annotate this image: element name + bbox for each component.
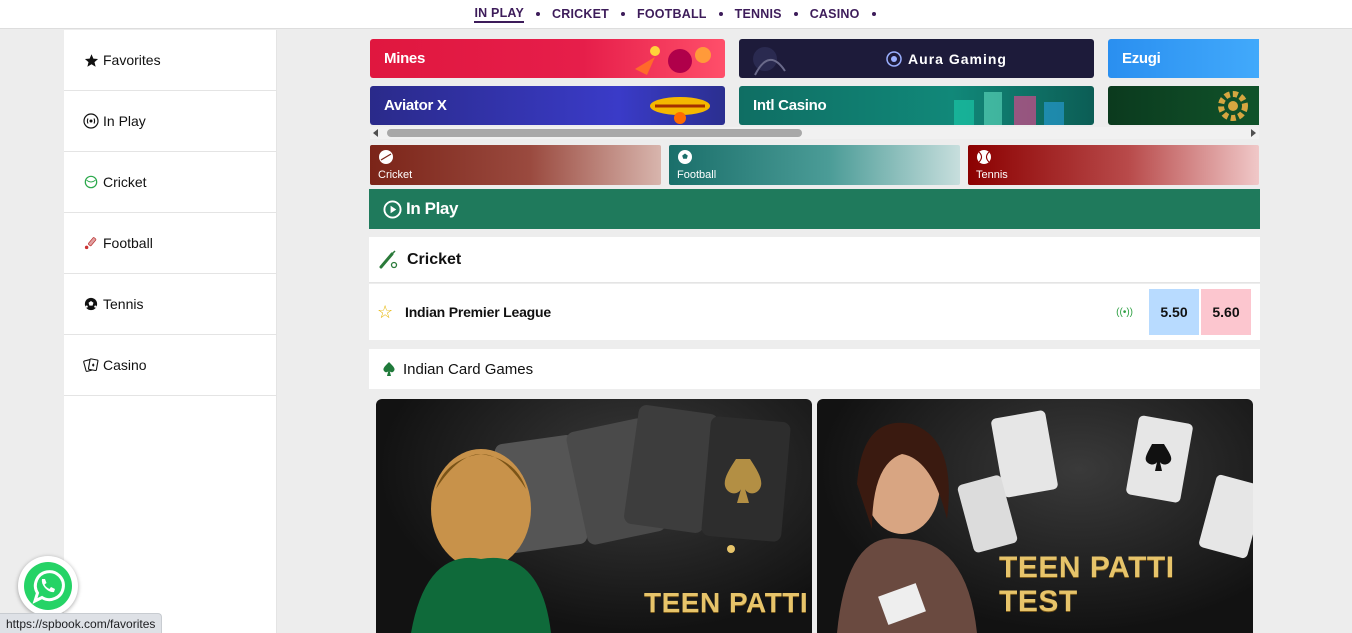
card-game-title: TEEN PATTI	[644, 587, 809, 618]
browser-status-bar: https://spbook.com/favorites	[0, 613, 163, 633]
sport-tile-tennis[interactable]: Tennis	[968, 145, 1259, 185]
spade-icon	[383, 362, 395, 376]
lay-odds-button[interactable]: 5.60	[1201, 289, 1251, 335]
topnav-football[interactable]: FOOTBALL	[637, 7, 707, 21]
back-odds-button[interactable]: 5.50	[1149, 289, 1199, 335]
cricket-ball-icon	[379, 150, 393, 164]
cricket-section-title: Cricket	[407, 250, 462, 268]
top-nav: IN PLAY CRICKET FOOTBALL TENNIS CASINO	[0, 0, 1352, 29]
match-name[interactable]: Indian Premier League	[405, 304, 1116, 320]
carousel-scrollbar[interactable]	[370, 127, 1259, 139]
star-icon	[83, 52, 99, 68]
topnav-cricket[interactable]: CRICKET	[552, 7, 609, 21]
soccer-ball-icon	[83, 296, 99, 312]
game-tile-label: Aviator X	[384, 97, 447, 114]
cricket-ball-icon	[83, 174, 99, 190]
sidebar-item-label: Casino	[103, 357, 147, 373]
cards-icon	[83, 357, 99, 373]
game-tile-label: Ezugi	[1122, 50, 1161, 67]
nav-separator	[871, 12, 876, 16]
sport-tiles: Cricket Football Tennis	[370, 145, 1259, 185]
game-tile-casino-extra[interactable]	[1108, 86, 1259, 125]
favorite-star-icon[interactable]: ☆	[377, 302, 405, 323]
nav-separator	[718, 12, 723, 16]
sidebar-item-label: Cricket	[103, 174, 147, 190]
casino-games-carousel: Mines Aura Gaming Ezugi Aviator X Intl C…	[370, 39, 1259, 126]
sidebar: Favorites In Play Cricket Football Tenni…	[64, 30, 277, 633]
sidebar-item-label: Favorites	[103, 52, 161, 68]
sport-tile-cricket[interactable]: Cricket	[370, 145, 661, 185]
whatsapp-icon	[24, 562, 72, 610]
match-row[interactable]: ☆ Indian Premier League ((•)) 5.50 5.60	[369, 284, 1260, 340]
whatsapp-button[interactable]	[18, 556, 78, 616]
sport-tile-label: Cricket	[378, 169, 413, 181]
game-tile-label: Aura Gaming	[908, 50, 1007, 67]
play-circle-icon	[383, 199, 402, 219]
card-games-grid: TEEN PATTI TEEN PATTI TEST	[376, 399, 1253, 633]
sidebar-item-label: In Play	[103, 113, 146, 129]
scroll-right-arrow-icon[interactable]	[1251, 129, 1256, 137]
card-games-title: Indian Card Games	[403, 360, 534, 378]
in-play-header: In Play	[369, 189, 1260, 229]
in-play-title: In Play	[406, 199, 459, 218]
sidebar-item-football[interactable]: Football	[64, 213, 276, 274]
cricket-bat-icon	[83, 235, 99, 251]
nav-separator	[536, 12, 541, 16]
game-tile-mines[interactable]: Mines	[370, 39, 725, 78]
soccer-ball-icon	[678, 150, 692, 164]
live-signal-icon: ((•))	[1116, 306, 1133, 318]
game-tile-label: Mines	[384, 50, 426, 67]
mines-art-icon	[635, 46, 711, 75]
scrollbar-thumb[interactable]	[387, 129, 802, 137]
sport-tile-label: Football	[677, 169, 717, 181]
blastoff-art-icon	[650, 97, 710, 124]
topnav-in-play[interactable]: IN PLAY	[474, 6, 525, 23]
game-tile-aviator-x[interactable]: Aviator X	[370, 86, 725, 125]
cricket-bat-icon	[379, 249, 398, 268]
sidebar-item-label: Tennis	[103, 296, 144, 312]
sidebar-item-label: Football	[103, 235, 153, 251]
topnav-casino[interactable]: CASINO	[810, 7, 860, 21]
card-games-header: Indian Card Games	[369, 349, 1260, 389]
game-tile-ezugi[interactable]: Ezugi	[1108, 39, 1259, 78]
sidebar-item-tennis[interactable]: Tennis	[64, 274, 276, 335]
aura-logo-icon	[886, 50, 902, 67]
scroll-left-arrow-icon[interactable]	[373, 129, 378, 137]
game-tile-intl-casino[interactable]: Intl Casino	[739, 86, 1094, 125]
card-game-title: TEEN PATTI TEST	[999, 551, 1175, 618]
game-tile-aura-gaming[interactable]: Aura Gaming	[739, 39, 1094, 78]
sport-tile-label: Tennis	[976, 169, 1008, 181]
live-icon	[83, 113, 99, 129]
sport-tile-football[interactable]: Football	[669, 145, 960, 185]
sidebar-item-in-play[interactable]: In Play	[64, 91, 276, 152]
game-tile-label: Intl Casino	[753, 97, 827, 114]
card-game-teen-patti-test[interactable]: TEEN PATTI TEST	[817, 399, 1253, 633]
topnav-tennis[interactable]: TENNIS	[735, 7, 782, 21]
sidebar-item-cricket[interactable]: Cricket	[64, 152, 276, 213]
intl-casino-art-icon	[954, 92, 1064, 125]
nav-separator	[621, 12, 625, 16]
sidebar-item-favorites[interactable]: Favorites	[64, 30, 276, 91]
card-game-teen-patti[interactable]: TEEN PATTI	[376, 399, 812, 633]
gear-art-icon	[1218, 91, 1248, 121]
aura-gaming-art-icon	[753, 47, 786, 76]
nav-separator	[793, 12, 798, 16]
cricket-section-header: Cricket	[369, 237, 1260, 283]
sidebar-item-casino[interactable]: Casino	[64, 335, 276, 396]
tennis-ball-icon	[977, 150, 991, 164]
